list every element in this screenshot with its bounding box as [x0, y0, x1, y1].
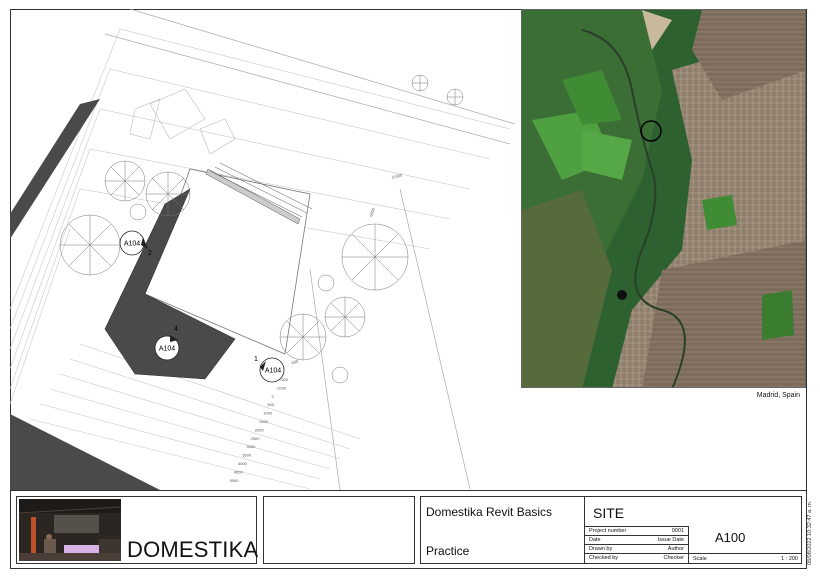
project-info-panel: Domestika Revit Basics Practice SITE Pro… — [420, 496, 802, 564]
company-logo-text: DOMESTIKA — [127, 537, 259, 562]
site-plan-drawing: A104 2 A104 4 A104 1 11000 6000 -500 -50… — [10, 9, 516, 490]
scale-label: Scale — [693, 556, 707, 562]
dim-right: 11000 — [391, 172, 404, 180]
project-phase: Practice — [426, 544, 470, 558]
checked-by-row: Checked by Checker — [585, 553, 688, 563]
dimension-stack-label: 2000 — [255, 427, 265, 432]
dimension-stack-label: 4000 — [238, 461, 248, 466]
satellite-map-image — [522, 10, 805, 387]
sheet-name: SITE — [593, 505, 625, 521]
checked-by-value: Checker — [663, 555, 684, 561]
checked-by-label: Checked by — [589, 555, 619, 561]
dimension-stack-label: 1500 — [259, 419, 269, 424]
scale-row: Scale 1 : 200 — [689, 553, 802, 564]
landscape-sketch — [129, 88, 236, 155]
blank-panel — [263, 496, 415, 564]
section-tag-4-ref: A104 — [159, 346, 175, 353]
dimension-stack-label: 3000 — [246, 444, 256, 449]
print-timestamp: 08/08/2022 10:32:47 a. m. — [807, 500, 813, 565]
title-block: DOMESTIKA Domestika Revit Basics Practic… — [10, 490, 807, 569]
scale-value: 1 : 200 — [781, 556, 798, 562]
logo-panel: DOMESTIKA — [16, 496, 259, 564]
terrain-edge-bottom — [10, 414, 160, 490]
site-plan-view[interactable]: A104 2 A104 4 A104 1 11000 6000 -500 -50… — [10, 9, 520, 490]
section-tag-1-ref: A104 — [265, 368, 281, 375]
dimension-stack-label: 500 — [267, 402, 274, 407]
section-tag-4-num: 4 — [174, 326, 178, 333]
sheet-info-table: Project number 0001 Date Issue Date Draw… — [585, 526, 802, 563]
section-tag-2-num: 2 — [148, 250, 152, 257]
terrain-edge-top — [10, 99, 100, 239]
dim-top: 6000 — [368, 207, 376, 218]
dimension-stack-label: -500 — [280, 377, 289, 382]
dimension-stack-label: 4500 — [234, 469, 244, 474]
logo-photo — [19, 499, 121, 561]
dimension-stack-label: 1000 — [263, 411, 273, 416]
sheet-number: A100 — [715, 530, 746, 545]
dimension-stack-label: 3500 — [242, 453, 252, 458]
dimension-stack: -500 -10000 500 1000 1500 2000 2500 3000 3500 400… — [230, 377, 289, 483]
section-tag-2-ref: A104 — [124, 241, 140, 248]
section-tag-1-num: 1 — [254, 356, 258, 363]
interior-photo-image — [19, 499, 121, 561]
dimension-stack-label: 0 — [272, 394, 275, 399]
project-name: Domestika Revit Basics — [426, 505, 553, 519]
dimension-stack-label: -1000 — [276, 385, 287, 390]
dimension-stack-label: 2500 — [251, 436, 261, 441]
location-map[interactable] — [521, 9, 806, 388]
dimension-stack-label: 5000 — [230, 478, 240, 483]
map-caption: Madrid, Spain — [756, 392, 800, 399]
